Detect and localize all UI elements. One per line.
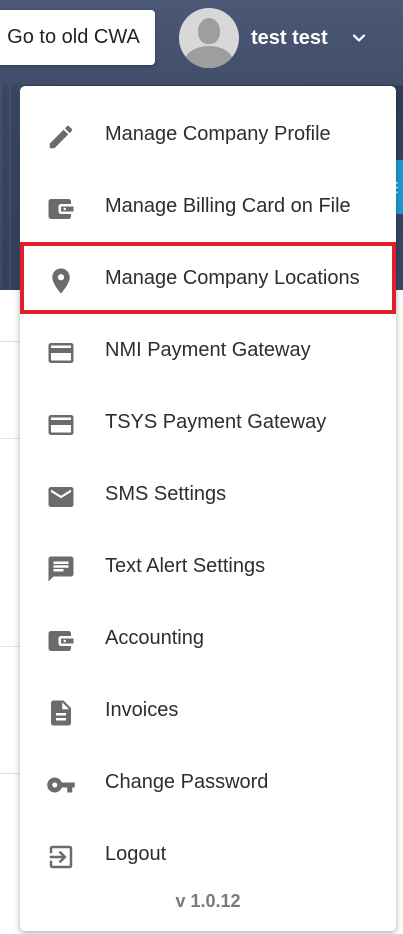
menu-item-label: Manage Company Profile bbox=[105, 123, 331, 145]
menu-item-label: Manage Company Locations bbox=[105, 267, 360, 289]
user-dropdown-menu: Manage Company Profile Manage Billing Ca… bbox=[20, 86, 396, 931]
menu-item-label: NMI Payment Gateway bbox=[105, 339, 311, 361]
credit-card-icon bbox=[48, 343, 74, 363]
menu-item-manage-company-profile[interactable]: Manage Company Profile bbox=[20, 98, 396, 170]
menu-item-nmi-payment-gateway[interactable]: NMI Payment Gateway bbox=[20, 314, 396, 386]
menu-item-sms-settings[interactable]: SMS Settings bbox=[20, 458, 396, 530]
key-icon bbox=[47, 777, 75, 793]
go-to-old-cwa-button[interactable]: Go to old CWA bbox=[0, 10, 155, 65]
menu-item-label: TSYS Payment Gateway bbox=[105, 411, 327, 433]
avatar-icon[interactable] bbox=[179, 8, 239, 68]
chevron-down-icon[interactable] bbox=[347, 26, 371, 50]
menu-item-text-alert-settings[interactable]: Text Alert Settings bbox=[20, 530, 396, 602]
user-name[interactable]: test test bbox=[251, 24, 328, 52]
credit-card-icon bbox=[48, 415, 74, 435]
pencil-icon bbox=[49, 125, 73, 149]
menu-item-label: Logout bbox=[105, 843, 167, 865]
logout-icon bbox=[49, 845, 73, 869]
menu-item-label: SMS Settings bbox=[105, 483, 227, 505]
menu-item-tsys-payment-gateway[interactable]: TSYS Payment Gateway bbox=[20, 386, 396, 458]
menu-item-invoices[interactable]: Invoices bbox=[20, 674, 396, 746]
menu-item-manage-billing-card[interactable]: Manage Billing Card on File bbox=[20, 170, 396, 242]
menu-item-label: Manage Billing Card on File bbox=[105, 195, 351, 217]
wallet-icon bbox=[48, 631, 74, 651]
menu-item-label: Invoices bbox=[105, 699, 179, 721]
document-icon bbox=[51, 700, 71, 726]
envelope-icon bbox=[48, 487, 74, 507]
app-version: v 1.0.12 bbox=[175, 891, 241, 911]
menu-item-label: Change Password bbox=[105, 771, 269, 793]
menu-item-manage-company-locations[interactable]: Manage Company Locations bbox=[20, 242, 396, 314]
location-pin-icon bbox=[52, 268, 70, 294]
menu-item-accounting[interactable]: Accounting bbox=[20, 602, 396, 674]
wallet-icon bbox=[48, 199, 74, 219]
chat-bubble-icon bbox=[48, 556, 74, 582]
menu-item-change-password[interactable]: Change Password bbox=[20, 746, 396, 818]
menu-item-label: Text Alert Settings bbox=[105, 555, 266, 577]
menu-item-logout[interactable]: Logout bbox=[20, 818, 396, 890]
menu-item-label: Accounting bbox=[105, 627, 204, 649]
